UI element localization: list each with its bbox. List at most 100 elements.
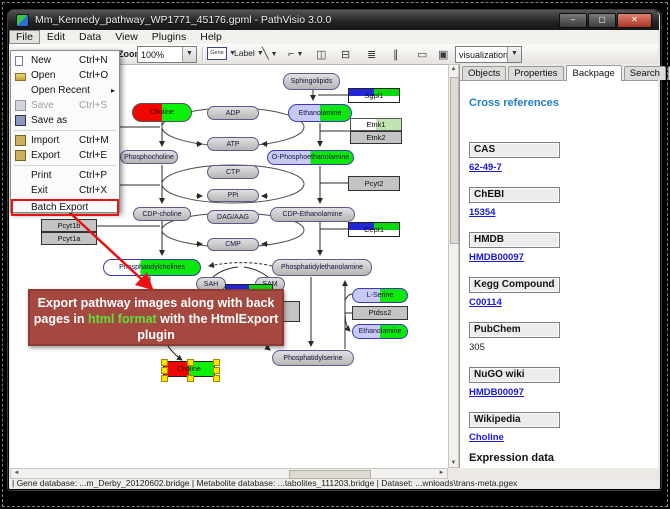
menu-item-batch-export[interactable]: Batch Export [11, 199, 119, 216]
selection-handle[interactable] [161, 375, 168, 382]
distribute-vertical-icon[interactable]: ∥ [393, 47, 399, 63]
scroll-up-icon[interactable]: ▲ [449, 66, 458, 72]
titlebar[interactable]: Mm_Kennedy_pathway_WP1771_45176.gpml - P… [8, 10, 659, 30]
menu-item-import[interactable]: ImportCtrl+M [11, 133, 119, 148]
xref-value-kegg-compound[interactable]: C00114 [469, 297, 502, 308]
gene-node-button[interactable]: Gene ▼ [207, 47, 236, 60]
pathway-node-ctp[interactable]: CTP [207, 165, 259, 179]
node-label: Pcyt1a [58, 235, 81, 243]
chevron-down-icon[interactable]: ▼ [507, 47, 521, 62]
menu-item-exit[interactable]: ExitCtrl+X [11, 183, 119, 198]
line-tool-button[interactable]: ╲ ▼ [262, 46, 278, 62]
tab-search[interactable]: Search [624, 66, 666, 80]
menu-item-new[interactable]: NewCtrl+N [11, 53, 119, 68]
scroll-left-icon[interactable]: ◄ [12, 470, 21, 476]
horizontal-scroll-thumb[interactable] [289, 470, 371, 479]
label-tool-button[interactable]: Label ▼ [234, 48, 264, 58]
pathway-node-ethanolamine[interactable]: Ethanolamine [352, 324, 408, 339]
menu-file[interactable]: File [9, 30, 40, 44]
selection-handle[interactable] [161, 359, 168, 366]
menu-item-print[interactable]: PrintCtrl+P [11, 168, 119, 183]
menu-item-save-as[interactable]: Save as [11, 113, 119, 128]
pathway-node-phosphatidylcholines[interactable]: Phosphatidylcholines [103, 259, 201, 276]
selection-handle[interactable] [213, 367, 220, 374]
maximize-button[interactable]: ▢ [588, 13, 616, 28]
pathway-node-choline[interactable]: Choline [163, 361, 215, 377]
chevron-down-icon[interactable]: ▼ [271, 51, 278, 58]
pathway-node-ppi[interactable]: PPi [207, 189, 259, 202]
pathway-node-cmp[interactable]: CMP [207, 238, 259, 251]
visualization-combobox[interactable]: visualization ▼ [455, 46, 522, 63]
node-label: Choline [177, 366, 201, 373]
pathway-node-l-serine[interactable]: L-Serine [352, 288, 408, 303]
pathway-node-pcyt1b[interactable]: Pcyt1b [41, 219, 97, 232]
scroll-right-icon[interactable]: ► [437, 470, 446, 476]
selection-handle[interactable] [213, 359, 220, 366]
xref-value-chebi[interactable]: 15354 [469, 207, 495, 218]
close-button[interactable]: ✕ [617, 13, 652, 28]
match-width-icon[interactable]: ▭ [417, 47, 427, 63]
pathway-node-dag-aag[interactable]: DAG/AAG [207, 210, 259, 224]
pathway-node-pcyt2[interactable]: Pcyt2 [348, 176, 400, 191]
chevron-down-icon[interactable]: ▼ [296, 51, 303, 58]
node-label: ADP [226, 110, 240, 117]
selection-handle[interactable] [161, 367, 168, 374]
zoom-combobox[interactable]: 100% ▼ [137, 46, 197, 63]
node-label: CDP-choline [142, 211, 181, 218]
pathway-node-sphingolipids[interactable]: Sphingolipids [283, 73, 340, 90]
status-bar: | Gene database: ...m_Derby_20120602.bri… [9, 479, 658, 488]
menu-edit[interactable]: Edit [40, 30, 72, 44]
tab-properties[interactable]: Properties [508, 66, 563, 80]
menu-data[interactable]: Data [72, 30, 108, 44]
xref-value-wikipedia[interactable]: Choline [469, 432, 504, 443]
pathway-node-etnk2[interactable]: Etnk2 [350, 131, 402, 144]
menu-item-export[interactable]: ExportCtrl+E [11, 148, 119, 163]
pathway-node-o-phosphoethanolamine[interactable]: O-Phosphoethanolamine [267, 150, 354, 165]
tab-objects[interactable]: Objects [462, 66, 506, 80]
pathway-node-pcyt1a[interactable]: Pcyt1a [41, 232, 97, 245]
selection-handle[interactable] [213, 375, 220, 382]
pathway-node-etnk1[interactable]: Etnk1 [350, 118, 402, 131]
pathway-node-phosphatidylserine[interactable]: Phosphatidylserine [272, 350, 354, 366]
pathway-node-cept1[interactable]: Cept1 [348, 222, 400, 237]
selection-handle[interactable] [187, 375, 194, 382]
menu-item-label: Save as [31, 115, 79, 126]
pathway-node-cdp-choline[interactable]: CDP-choline [133, 207, 191, 221]
save-icon [15, 100, 26, 111]
xref-value-nugo-wiki[interactable]: HMDB00097 [469, 387, 524, 398]
pathway-node-phosphatidylethanolamine[interactable]: Phosphatidylethanolamine [272, 259, 372, 276]
annotation-highlight: html format [88, 312, 157, 326]
xref-value-hmdb[interactable]: HMDB00097 [469, 252, 524, 263]
align-center-icon[interactable]: ◫ [316, 47, 326, 63]
minimize-button[interactable]: – [559, 13, 587, 28]
menu-item-save[interactable]: SaveCtrl+S [11, 98, 119, 113]
node-label: Pcyt2 [365, 180, 384, 188]
pathway-node-ethanolamine[interactable]: Ethanolamine [288, 104, 352, 122]
pathway-node-ptdss2[interactable]: Ptdss2 [352, 306, 408, 320]
pathway-node-cdp-ethanolamine[interactable]: CDP-Ethanolamine [270, 207, 355, 222]
vertical-scrollbar[interactable]: ▲ ▼ [448, 64, 459, 468]
connector-tool-button[interactable]: ⌐ ▼ [288, 46, 303, 62]
pathway-node-atp[interactable]: ATP [207, 137, 259, 151]
pathway-node-phosphocholine[interactable]: Phosphocholine [120, 150, 178, 164]
menu-plugins[interactable]: Plugins [145, 30, 193, 44]
vertical-scroll-thumb[interactable] [450, 77, 459, 244]
menu-item-open[interactable]: OpenCtrl+O [11, 68, 119, 83]
tab-backpage[interactable]: Backpage [566, 65, 622, 81]
scroll-down-icon[interactable]: ▼ [449, 460, 458, 466]
xref-value-cas[interactable]: 62-49-7 [469, 162, 502, 173]
distribute-horizontal-icon[interactable]: ≣ [367, 47, 376, 63]
pathway-node-choline[interactable]: Choline [132, 103, 192, 122]
horizontal-scrollbar[interactable]: ◄ ► [10, 468, 448, 479]
menu-item-open-recent[interactable]: Open Recent▸ [11, 83, 119, 98]
pathway-node-sgpl1[interactable]: Sgpl1 [348, 88, 400, 103]
node-label: Choline [150, 109, 174, 116]
pathway-node-adp[interactable]: ADP [207, 106, 259, 120]
chevron-down-icon[interactable]: ▼ [182, 47, 196, 62]
menu-item-label: Open [31, 70, 79, 81]
align-middle-icon[interactable]: ⊟ [341, 47, 350, 63]
menu-help[interactable]: Help [193, 30, 229, 44]
selection-handle[interactable] [187, 359, 194, 366]
match-height-icon[interactable]: ▣ [438, 47, 448, 63]
menu-view[interactable]: View [108, 30, 145, 44]
